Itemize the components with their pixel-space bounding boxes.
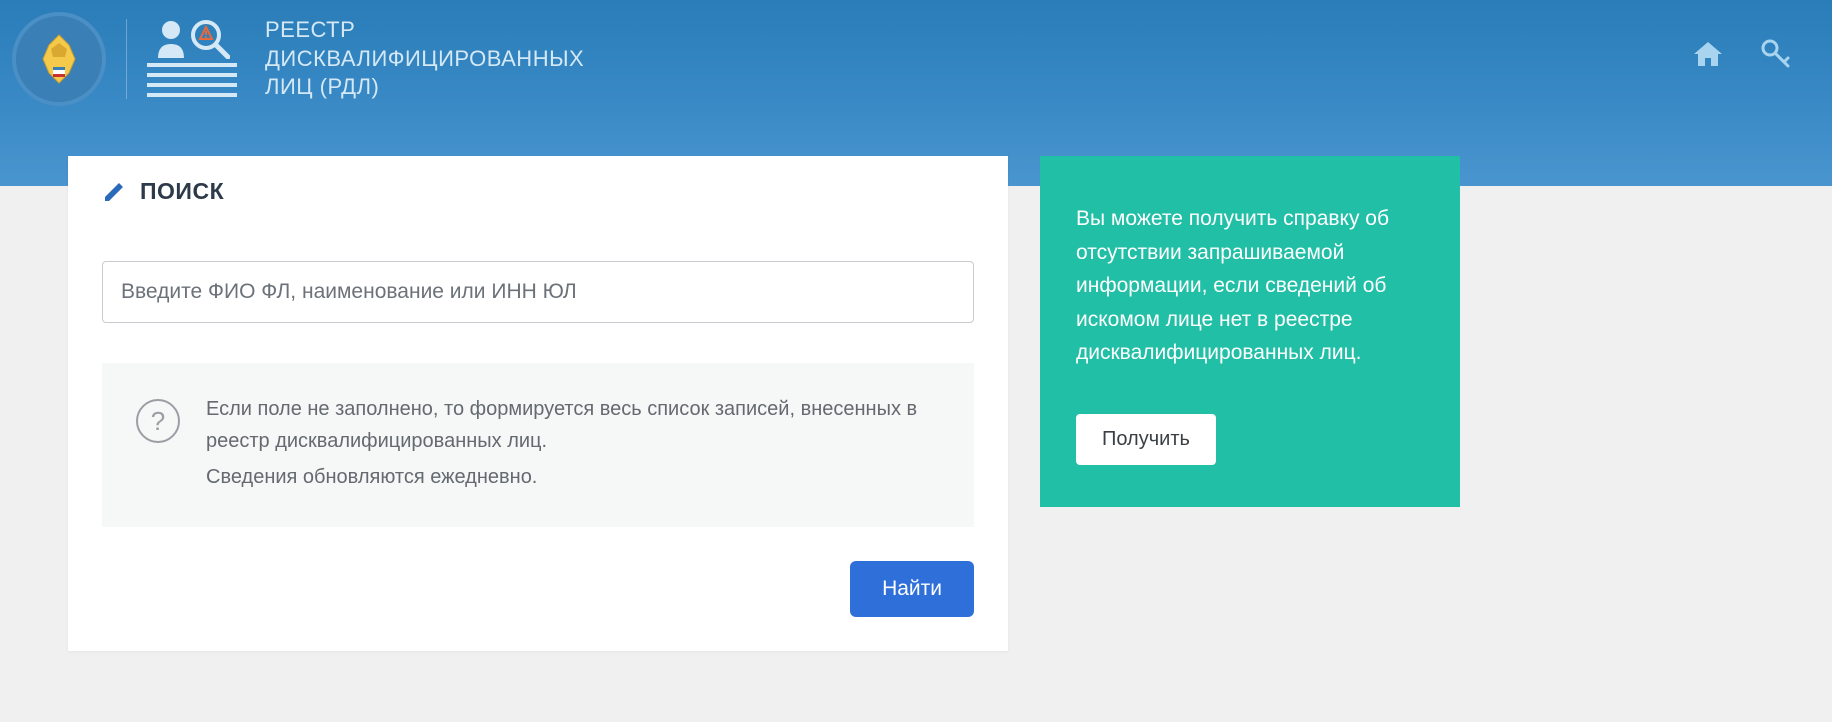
fns-emblem bbox=[12, 12, 106, 106]
hint-line-2: Сведения обновляются ежедневно. bbox=[206, 461, 940, 493]
key-button[interactable] bbox=[1760, 38, 1792, 70]
pencil-icon bbox=[102, 180, 126, 204]
page-title: РЕЕСТР ДИСКВАЛИФИЦИРОВАННЫХ ЛИЦ (РДЛ) bbox=[265, 16, 584, 102]
get-certificate-button[interactable]: Получить bbox=[1076, 414, 1216, 465]
hint-line-1: Если поле не заполнено, то формируется в… bbox=[206, 393, 940, 457]
hint-box: ? Если поле не заполнено, то формируется… bbox=[102, 363, 974, 527]
search-input[interactable] bbox=[102, 261, 974, 323]
home-button[interactable] bbox=[1692, 38, 1724, 70]
person-icon bbox=[154, 20, 188, 58]
button-row: Найти bbox=[102, 561, 974, 617]
certificate-card: Вы можете получить справку об отсутствии… bbox=[1040, 156, 1460, 507]
search-heading: ПОИСК bbox=[140, 178, 224, 205]
service-logo bbox=[147, 19, 237, 99]
header-actions bbox=[1692, 38, 1792, 70]
question-icon: ? bbox=[136, 399, 180, 443]
main-content: ПОИСК ? Если поле не заполнено, то форми… bbox=[0, 156, 1832, 651]
hint-text: Если поле не заполнено, то формируется в… bbox=[206, 393, 940, 497]
search-card: ПОИСК ? Если поле не заполнено, то форми… bbox=[68, 156, 1008, 651]
key-icon bbox=[1760, 38, 1792, 70]
header-divider bbox=[126, 19, 127, 99]
find-button[interactable]: Найти bbox=[850, 561, 974, 617]
search-header: ПОИСК bbox=[102, 178, 974, 205]
magnifier-alert-icon bbox=[190, 19, 230, 59]
header-left: РЕЕСТР ДИСКВАЛИФИЦИРОВАННЫХ ЛИЦ (РДЛ) bbox=[12, 12, 584, 106]
certificate-text: Вы можете получить справку об отсутствии… bbox=[1076, 202, 1424, 370]
eagle-emblem-icon bbox=[31, 31, 87, 87]
document-lines-icon bbox=[147, 63, 237, 97]
home-icon bbox=[1692, 38, 1724, 70]
